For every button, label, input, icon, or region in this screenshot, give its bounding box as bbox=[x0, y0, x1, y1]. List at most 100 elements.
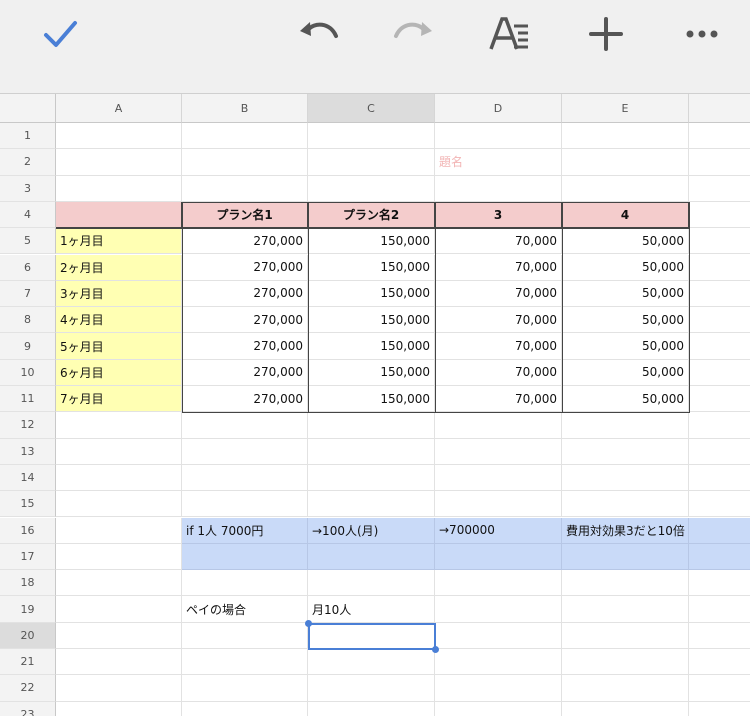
table-value-cell[interactable]: 70,000 bbox=[435, 386, 562, 413]
column-header-e[interactable]: E bbox=[562, 94, 689, 123]
row-header-9[interactable]: 9 bbox=[0, 333, 56, 360]
cell[interactable] bbox=[182, 622, 308, 649]
cell[interactable] bbox=[562, 123, 689, 150]
plus-icon[interactable] bbox=[576, 4, 636, 64]
cell[interactable] bbox=[689, 228, 750, 255]
table-value-cell[interactable]: 50,000 bbox=[562, 307, 689, 334]
cell[interactable] bbox=[308, 464, 435, 492]
cell[interactable] bbox=[435, 570, 562, 597]
table-value-cell[interactable]: 150,000 bbox=[308, 333, 435, 360]
row-header-2[interactable]: 2 bbox=[0, 149, 56, 176]
table-header-cell[interactable]: プラン名2 bbox=[308, 201, 435, 229]
table-value-cell[interactable]: 150,000 bbox=[308, 280, 435, 308]
checkmark-icon[interactable] bbox=[30, 4, 90, 64]
cell[interactable] bbox=[56, 622, 182, 649]
note-cell-b16[interactable]: if 1人 7000円 bbox=[182, 517, 308, 544]
month-label-cell[interactable]: 3ヶ月目 bbox=[56, 280, 182, 308]
table-header-cell[interactable]: 4 bbox=[562, 201, 689, 229]
cell[interactable] bbox=[56, 649, 182, 676]
cell[interactable] bbox=[435, 123, 562, 150]
cell[interactable] bbox=[182, 491, 308, 518]
cell[interactable] bbox=[562, 149, 689, 176]
cell[interactable] bbox=[562, 175, 689, 202]
row-header-17[interactable]: 17 bbox=[0, 543, 56, 571]
cell[interactable] bbox=[562, 649, 689, 676]
cell[interactable] bbox=[435, 175, 562, 202]
cell[interactable] bbox=[308, 175, 435, 202]
table-value-cell[interactable]: 150,000 bbox=[308, 386, 435, 413]
cell[interactable] bbox=[308, 412, 435, 439]
table-value-cell[interactable]: 270,000 bbox=[182, 228, 308, 255]
row-header-12[interactable]: 12 bbox=[0, 412, 56, 439]
cell[interactable] bbox=[689, 149, 750, 176]
row-header-3[interactable]: 3 bbox=[0, 175, 56, 202]
cell[interactable] bbox=[689, 596, 750, 623]
cell[interactable] bbox=[182, 649, 308, 676]
note-band-cell[interactable] bbox=[689, 517, 750, 544]
table-value-cell[interactable]: 150,000 bbox=[308, 254, 435, 281]
row-header-16[interactable]: 16 bbox=[0, 517, 56, 544]
cell[interactable] bbox=[56, 491, 182, 518]
note-band-cell[interactable] bbox=[689, 543, 750, 571]
note-cell-e16[interactable]: 費用対効果3だと10倍 bbox=[562, 517, 689, 544]
cell[interactable] bbox=[689, 649, 750, 676]
table-value-cell[interactable]: 50,000 bbox=[562, 228, 689, 255]
row-header-14[interactable]: 14 bbox=[0, 464, 56, 492]
cell[interactable] bbox=[56, 123, 182, 150]
cell[interactable] bbox=[435, 438, 562, 465]
note-band-cell[interactable] bbox=[182, 543, 308, 571]
note-band-cell[interactable] bbox=[562, 543, 689, 571]
row-header-11[interactable]: 11 bbox=[0, 386, 56, 413]
column-header-b[interactable]: B bbox=[182, 94, 308, 123]
row-header-5[interactable]: 5 bbox=[0, 228, 56, 255]
cell[interactable] bbox=[689, 702, 750, 716]
cell[interactable] bbox=[56, 517, 182, 544]
cell[interactable] bbox=[182, 438, 308, 465]
cell[interactable] bbox=[435, 649, 562, 676]
cell[interactable] bbox=[562, 438, 689, 465]
row-header-18[interactable]: 18 bbox=[0, 570, 56, 597]
cell[interactable] bbox=[182, 123, 308, 150]
sheet-title[interactable]: 題名 bbox=[435, 149, 562, 176]
cell[interactable] bbox=[308, 491, 435, 518]
cell[interactable] bbox=[562, 491, 689, 518]
undo-icon[interactable] bbox=[288, 4, 348, 64]
note-band-cell[interactable] bbox=[435, 543, 562, 571]
month-label-cell[interactable]: 4ヶ月目 bbox=[56, 307, 182, 334]
table-value-cell[interactable]: 70,000 bbox=[435, 333, 562, 360]
month-label-cell[interactable]: 6ヶ月目 bbox=[56, 359, 182, 386]
cell[interactable] bbox=[689, 176, 750, 202]
table-value-cell[interactable]: 270,000 bbox=[182, 386, 308, 413]
table-header-cell[interactable] bbox=[56, 201, 182, 229]
row-header-20[interactable]: 20 bbox=[0, 622, 56, 649]
cell[interactable] bbox=[308, 570, 435, 597]
table-value-cell[interactable]: 50,000 bbox=[562, 280, 689, 308]
cell[interactable] bbox=[689, 255, 750, 281]
cell[interactable] bbox=[56, 543, 182, 571]
cell[interactable] bbox=[56, 175, 182, 202]
cell[interactable] bbox=[689, 570, 750, 597]
cell[interactable] bbox=[56, 596, 182, 623]
cell[interactable] bbox=[435, 675, 562, 702]
cell[interactable] bbox=[182, 412, 308, 439]
row-header-4[interactable]: 4 bbox=[0, 201, 56, 229]
redo-icon[interactable] bbox=[384, 4, 444, 64]
table-value-cell[interactable]: 270,000 bbox=[182, 254, 308, 281]
cell[interactable] bbox=[689, 386, 750, 413]
note-cell-d16[interactable]: →700000 bbox=[435, 517, 562, 544]
month-label-cell[interactable]: 5ヶ月目 bbox=[56, 333, 182, 360]
row-header-8[interactable]: 8 bbox=[0, 307, 56, 334]
column-header-f[interactable] bbox=[689, 94, 750, 123]
cell[interactable] bbox=[308, 149, 435, 176]
cell[interactable] bbox=[56, 438, 182, 465]
note-cell-b19[interactable]: ペイの場合 bbox=[182, 596, 308, 623]
cell[interactable] bbox=[689, 333, 750, 360]
table-value-cell[interactable]: 270,000 bbox=[182, 307, 308, 334]
cell[interactable] bbox=[308, 438, 435, 465]
cell[interactable] bbox=[56, 570, 182, 597]
cell[interactable] bbox=[56, 412, 182, 439]
note-cell-c19[interactable]: 月10人 bbox=[308, 596, 435, 623]
row-header-10[interactable]: 10 bbox=[0, 359, 56, 386]
table-value-cell[interactable]: 270,000 bbox=[182, 333, 308, 360]
cell[interactable] bbox=[562, 412, 689, 439]
